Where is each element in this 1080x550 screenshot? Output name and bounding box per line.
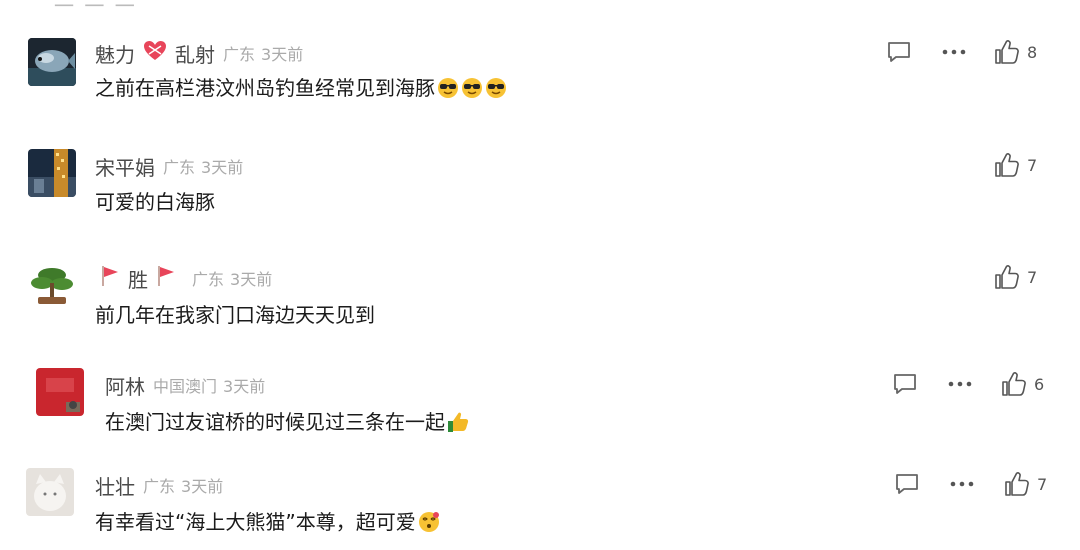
like-button[interactable]: 7 — [993, 263, 1037, 291]
red-flag-icon — [156, 265, 176, 291]
more-icon[interactable] — [948, 470, 976, 498]
more-icon[interactable] — [946, 370, 974, 398]
username[interactable]: 阿林 — [105, 371, 145, 400]
comment-meta: 广东 3天前 — [163, 154, 243, 178]
cutoff-text-fragment: 一 一 一 — [54, 0, 137, 18]
username-suffix[interactable]: 乱射 — [175, 39, 215, 68]
reply-icon[interactable] — [891, 370, 919, 398]
comment-text-row: 在澳门过友谊桥的时候见过三条在一起 — [105, 408, 469, 436]
location: 广东 — [223, 45, 256, 64]
comment-text-row: 可爱的白海豚 — [95, 188, 215, 216]
like-count: 6 — [1034, 374, 1045, 394]
timestamp: 3天前 — [261, 45, 304, 64]
avatar[interactable] — [26, 468, 74, 516]
location: 广东 — [192, 270, 225, 289]
like-count: 7 — [1027, 155, 1038, 175]
red-flag-icon — [100, 265, 120, 291]
like-button[interactable]: 7 — [993, 151, 1037, 179]
location: 广东 — [163, 158, 196, 177]
username[interactable]: 魅力 — [95, 39, 135, 68]
like-icon[interactable] — [1003, 470, 1031, 498]
comment-header: 阿林 中国澳门 3天前 — [105, 371, 265, 400]
dizzy-face-emoji-icon — [416, 511, 440, 533]
comment-text: 之前在高栏港汶州岛钓鱼经常见到海豚 — [95, 76, 435, 100]
avatar[interactable] — [36, 368, 84, 416]
heart-badge-icon — [143, 40, 167, 66]
location: 中国澳门 — [153, 377, 218, 396]
thumbs-up-emoji-icon — [445, 411, 469, 433]
comment-text-row: 前几年在我家门口海边天天见到 — [95, 301, 375, 329]
like-button[interactable]: 6 — [1000, 370, 1044, 398]
like-count: 8 — [1027, 42, 1038, 62]
location: 广东 — [143, 477, 176, 496]
comment-text-row: 之前在高栏港汶州岛钓鱼经常见到海豚 — [95, 74, 507, 102]
username[interactable]: 壮壮 — [95, 471, 135, 500]
like-count: 7 — [1027, 267, 1038, 287]
reply-icon[interactable] — [885, 38, 913, 66]
comment-header: 宋平娟 广东 3天前 — [95, 152, 243, 181]
like-button[interactable]: 8 — [993, 38, 1037, 66]
comment-meta: 广东 3天前 — [223, 41, 303, 65]
like-count: 7 — [1037, 474, 1048, 494]
comment-header: 胜 广东 3天前 — [100, 264, 272, 293]
like-icon[interactable] — [993, 38, 1021, 66]
username[interactable]: 宋平娟 — [95, 152, 155, 181]
timestamp: 3天前 — [181, 477, 224, 496]
username[interactable]: 胜 — [128, 264, 148, 293]
comment-header: 魅力 乱射 广东 3天前 — [95, 39, 303, 68]
like-icon[interactable] — [993, 263, 1021, 291]
reply-icon[interactable] — [893, 470, 921, 498]
avatar[interactable] — [28, 38, 76, 86]
timestamp: 3天前 — [230, 270, 273, 289]
like-icon[interactable] — [993, 151, 1021, 179]
comment-text: 有幸看过“海上大熊猫”本尊，超可爱 — [95, 510, 416, 534]
comment-text-row: 有幸看过“海上大熊猫”本尊，超可爱 — [95, 508, 440, 536]
timestamp: 3天前 — [223, 377, 266, 396]
like-button[interactable]: 7 — [1003, 470, 1047, 498]
like-icon[interactable] — [1000, 370, 1028, 398]
avatar[interactable] — [28, 261, 76, 309]
timestamp: 3天前 — [201, 158, 244, 177]
more-icon[interactable] — [940, 38, 968, 66]
comment-header: 壮壮 广东 3天前 — [95, 471, 223, 500]
comment-meta: 中国澳门 3天前 — [153, 373, 265, 397]
comment-text: 可爱的白海豚 — [95, 190, 215, 214]
comment-meta: 广东 3天前 — [143, 473, 223, 497]
sunglasses-emoji-icon — [435, 77, 507, 99]
avatar[interactable] — [28, 149, 76, 197]
comment-text: 前几年在我家门口海边天天见到 — [95, 303, 375, 327]
comment-text: 在澳门过友谊桥的时候见过三条在一起 — [105, 410, 445, 434]
comment-meta: 广东 3天前 — [192, 266, 272, 290]
